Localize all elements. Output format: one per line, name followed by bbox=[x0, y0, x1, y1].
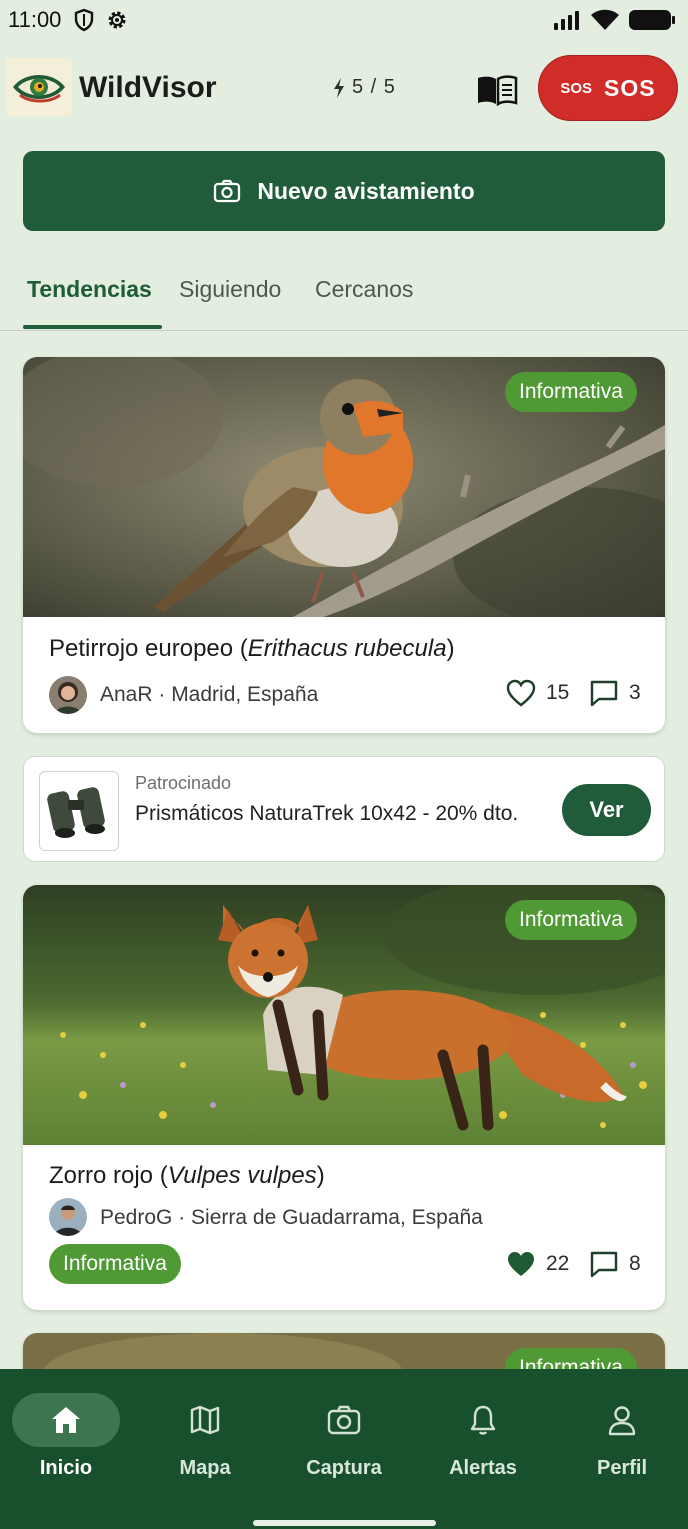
shield-icon bbox=[73, 8, 95, 32]
nav-label: Mapa bbox=[179, 1457, 231, 1479]
sponsored-description: Prismáticos NaturaTrek 10x42 - 20% dto. bbox=[135, 802, 519, 825]
tab-cercanos[interactable]: Cercanos bbox=[315, 276, 413, 303]
sighting-card[interactable]: Informativa Zorro rojo (Vulpes vulpes) P… bbox=[23, 885, 665, 1310]
comment-icon bbox=[590, 680, 618, 707]
comment-count: 3 bbox=[629, 681, 641, 704]
bottom-navigation: Inicio Mapa Captura Alertas Perfil bbox=[0, 1369, 688, 1529]
like-button[interactable]: 22 bbox=[506, 1250, 569, 1278]
author-avatar[interactable] bbox=[49, 676, 87, 714]
energy-counter: 5 / 5 bbox=[332, 76, 396, 99]
nav-alertas[interactable]: Alertas bbox=[423, 1393, 543, 1503]
heart-outline-icon bbox=[506, 679, 536, 707]
field-guide-book-icon[interactable] bbox=[476, 74, 518, 107]
settings-gear-icon bbox=[105, 8, 129, 32]
tab-siguiendo[interactable]: Siguiendo bbox=[179, 276, 281, 303]
active-tab-indicator bbox=[23, 325, 162, 329]
status-time: 11:00 bbox=[8, 7, 62, 32]
new-sighting-label: Nuevo avistamiento bbox=[257, 177, 475, 204]
camera-icon bbox=[327, 1405, 361, 1435]
nav-label: Captura bbox=[306, 1457, 382, 1479]
post-badge: Informativa bbox=[505, 900, 637, 940]
status-bar: 11:00 bbox=[0, 0, 688, 40]
nav-inicio[interactable]: Inicio bbox=[6, 1393, 126, 1503]
nav-label: Alertas bbox=[449, 1457, 517, 1479]
comment-button[interactable]: 8 bbox=[589, 1250, 641, 1278]
comment-button[interactable]: 3 bbox=[589, 679, 641, 707]
nav-captura[interactable]: Captura bbox=[284, 1393, 404, 1503]
map-icon bbox=[190, 1405, 220, 1435]
comment-icon bbox=[590, 1251, 618, 1278]
like-count: 15 bbox=[546, 681, 570, 704]
author-location: AnaR · Madrid, España bbox=[100, 683, 319, 706]
nav-mapa[interactable]: Mapa bbox=[145, 1393, 265, 1503]
comment-count: 8 bbox=[629, 1252, 641, 1275]
feed-tabs: Tendencias Siguiendo Cercanos bbox=[0, 266, 688, 331]
bolt-icon bbox=[334, 77, 344, 98]
home-indicator[interactable] bbox=[253, 1520, 436, 1526]
camera-icon bbox=[214, 179, 241, 203]
nav-label: Inicio bbox=[39, 1457, 93, 1479]
author-avatar[interactable] bbox=[49, 1198, 87, 1236]
sos-button[interactable]: SOS SOS bbox=[538, 55, 678, 121]
app-name: WildVisor bbox=[79, 71, 217, 104]
home-icon bbox=[52, 1407, 80, 1433]
battery-icon bbox=[629, 10, 675, 30]
post-title: Petirrojo europeo (Erithacus rubecula) bbox=[49, 635, 455, 662]
sos-icon: SOS bbox=[560, 79, 593, 97]
tab-tendencias[interactable]: Tendencias bbox=[27, 276, 152, 303]
like-count: 22 bbox=[546, 1252, 570, 1275]
heart-filled-icon bbox=[508, 1252, 534, 1276]
wifi-icon bbox=[591, 9, 619, 30]
app-logo bbox=[6, 58, 72, 116]
post-badge: Informativa bbox=[505, 372, 637, 412]
status-indicators bbox=[552, 8, 676, 32]
view-offer-button[interactable]: Ver bbox=[562, 784, 651, 836]
sos-label: SOS bbox=[604, 74, 656, 101]
binoculars-image bbox=[39, 771, 119, 851]
like-button[interactable]: 15 bbox=[506, 679, 569, 707]
new-sighting-button[interactable]: Nuevo avistamiento bbox=[23, 151, 665, 231]
nav-label: Perfil bbox=[596, 1457, 648, 1479]
nav-perfil[interactable]: Perfil bbox=[562, 1393, 682, 1503]
sponsored-label: Patrocinado bbox=[135, 773, 232, 793]
bell-icon bbox=[470, 1405, 496, 1435]
post-title: Zorro rojo (Vulpes vulpes) bbox=[49, 1162, 325, 1189]
energy-value: 5 / 5 bbox=[352, 76, 396, 98]
sponsored-card[interactable]: Patrocinado Prismáticos NaturaTrek 10x42… bbox=[23, 756, 665, 862]
post-category-badge: Informativa bbox=[49, 1244, 181, 1284]
app-header: WildVisor 5 / 5 SOS SOS bbox=[0, 52, 688, 134]
author-location: PedroG · Sierra de Guadarrama, España bbox=[100, 1206, 483, 1229]
signal-icon bbox=[554, 11, 579, 30]
person-icon bbox=[608, 1406, 636, 1436]
sighting-card[interactable]: Informativa Petirrojo europeo (Erithacus… bbox=[23, 357, 665, 733]
